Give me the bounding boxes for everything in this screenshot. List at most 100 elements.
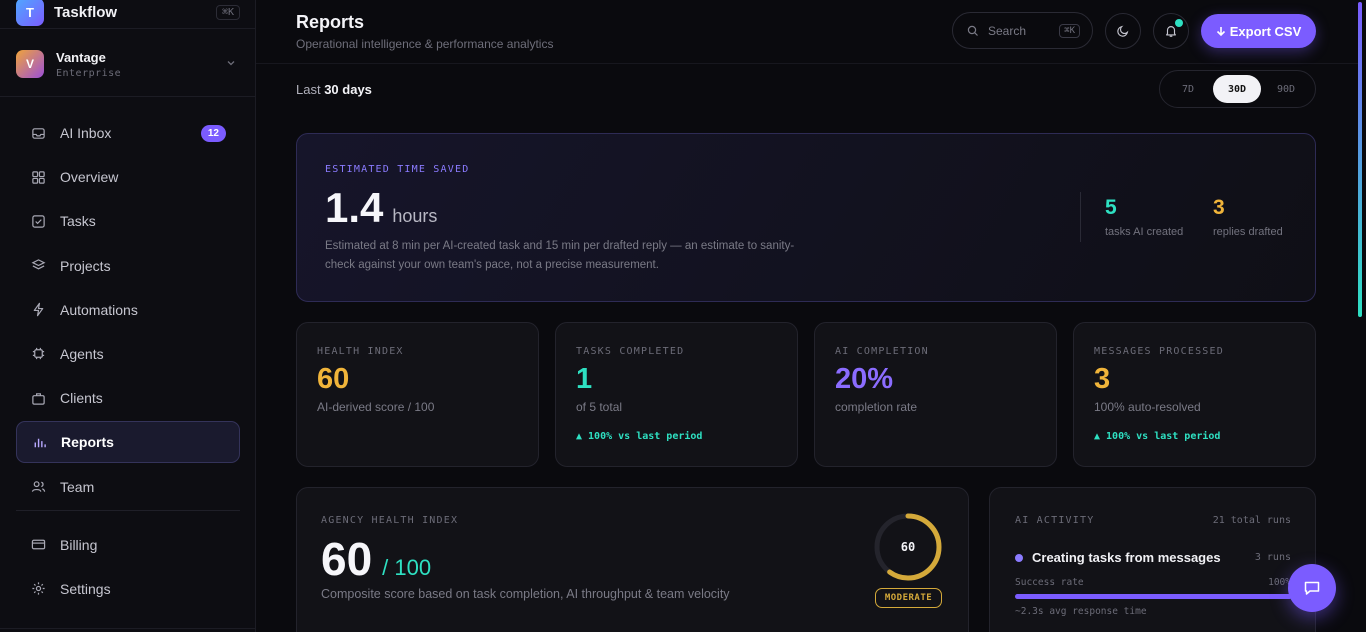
range-selector: 7D 30D 90D bbox=[1159, 70, 1316, 108]
bullet-dot bbox=[1015, 553, 1023, 562]
success-rate-bar bbox=[1015, 594, 1292, 599]
brand-logo: T bbox=[16, 0, 44, 26]
sidebar-item-settings[interactable]: Settings bbox=[16, 568, 240, 610]
kpi-sub: of 5 total bbox=[576, 400, 623, 414]
theme-toggle-button[interactable] bbox=[1105, 13, 1141, 49]
avg-response-time: ~2.3s avg response time bbox=[1015, 606, 1147, 617]
search-placeholder: Search bbox=[988, 23, 1027, 38]
command-shortcut: ⌘K bbox=[215, 4, 240, 20]
chevron-down-icon bbox=[226, 58, 236, 71]
layers-icon bbox=[30, 258, 46, 274]
workspace-plan: Enterprise bbox=[56, 67, 122, 79]
chat-button[interactable] bbox=[1288, 564, 1336, 612]
scrollbar-thumb[interactable] bbox=[1358, 2, 1362, 317]
workspace-name: Vantage bbox=[56, 49, 106, 65]
workspace-avatar: V bbox=[16, 50, 44, 78]
sidebar: T Taskflow ⌘K V Vantage Enterprise AI In… bbox=[0, 0, 256, 632]
sidebar-item-label: Overview bbox=[60, 169, 119, 186]
kpi-trend: ▲ 100% vs last period bbox=[1094, 431, 1221, 442]
inbox-count-badge: 12 bbox=[200, 124, 226, 142]
kpi-value: 20% bbox=[835, 363, 894, 395]
export-csv-button[interactable]: Export CSV bbox=[1201, 14, 1316, 48]
hero-stat-label: replies drafted bbox=[1213, 226, 1283, 238]
search-input[interactable]: Search ⌘K bbox=[952, 12, 1093, 49]
gauge-value: 60 bbox=[900, 540, 916, 554]
status-badge: MODERATE bbox=[875, 588, 942, 608]
sidebar-item-label: AI Inbox bbox=[60, 125, 112, 141]
kpi-sub: AI-derived score / 100 bbox=[317, 400, 435, 414]
kpi-eyebrow: HEALTH INDEX bbox=[317, 346, 404, 357]
inbox-icon bbox=[30, 125, 46, 141]
sidebar-item-agents[interactable]: Agents bbox=[16, 333, 240, 375]
briefcase-icon bbox=[30, 390, 46, 406]
sidebar-item-label: Clients bbox=[60, 390, 103, 407]
sidebar-item-label: Billing bbox=[60, 536, 98, 553]
time-saved-value: 1.4 bbox=[325, 184, 384, 231]
grid-icon bbox=[30, 169, 46, 185]
sidebar-item-ai-inbox[interactable]: AI Inbox 12 bbox=[16, 112, 240, 154]
search-icon bbox=[967, 25, 979, 37]
sidebar-item-overview[interactable]: Overview bbox=[16, 156, 240, 198]
range-option-7d[interactable]: 7D bbox=[1164, 75, 1212, 103]
sidebar-item-tasks[interactable]: Tasks bbox=[16, 200, 240, 242]
kpi-eyebrow: TASKS COMPLETED bbox=[576, 346, 685, 357]
download-arrow-icon bbox=[1216, 26, 1226, 37]
page-subtitle: Operational intelligence & performance a… bbox=[296, 37, 554, 51]
activity-row-runs: 3 runs bbox=[1254, 552, 1291, 563]
agency-value: 60 bbox=[321, 533, 373, 585]
kpi-trend: ▲ 100% vs last period bbox=[576, 431, 703, 442]
kpi-eyebrow: MESSAGES PROCESSED bbox=[1094, 346, 1224, 357]
hero-stat-replies: 3 replies drafted bbox=[1213, 196, 1283, 238]
kpi-card-tasks-completed: TASKS COMPLETED 1 of 5 total ▲ 100% vs l… bbox=[555, 322, 798, 467]
sidebar-item-reports[interactable]: Reports bbox=[16, 421, 240, 464]
sidebar-item-clients[interactable]: Clients bbox=[16, 377, 240, 419]
kpi-sub: 100% auto-resolved bbox=[1094, 400, 1201, 414]
activity-row-label: Creating tasks from messages bbox=[1032, 550, 1221, 565]
sidebar-nav: AI Inbox 12 Overview Tasks Projects Auto… bbox=[16, 112, 240, 612]
hero-divider bbox=[1080, 192, 1081, 242]
success-rate-label: Success rate bbox=[1015, 577, 1084, 588]
search-shortcut: ⌘K bbox=[1059, 23, 1080, 38]
workspace-switcher[interactable]: V Vantage Enterprise bbox=[16, 44, 240, 84]
sidebar-item-billing[interactable]: Billing bbox=[16, 524, 240, 566]
activity-row-title: Creating tasks from messages bbox=[1015, 550, 1221, 565]
brand[interactable]: T Taskflow ⌘K bbox=[16, 0, 240, 28]
kpi-value: 3 bbox=[1094, 363, 1111, 395]
range-label: Last 30 days bbox=[296, 82, 372, 97]
chip-icon bbox=[30, 346, 46, 362]
hero-stat-value: 3 bbox=[1213, 196, 1225, 219]
time-saved-card: ESTIMATED TIME SAVED 1.4 hours Estimated… bbox=[296, 133, 1316, 302]
bolt-icon bbox=[30, 302, 46, 318]
hero-stat-label: tasks AI created bbox=[1105, 226, 1184, 238]
ai-activity-card: AI ACTIVITY 21 total runs Creating tasks… bbox=[989, 487, 1316, 632]
kpi-card-messages-processed: MESSAGES PROCESSED 3 100% auto-resolved … bbox=[1073, 322, 1316, 467]
ai-activity-eyebrow: AI ACTIVITY bbox=[1015, 515, 1095, 526]
sidebar-item-label: Team bbox=[60, 478, 95, 495]
range-option-30d[interactable]: 30D bbox=[1213, 75, 1261, 103]
sidebar-item-team[interactable]: Team bbox=[16, 466, 240, 508]
agency-eyebrow: AGENCY HEALTH INDEX bbox=[321, 515, 459, 526]
sidebar-item-label: Tasks bbox=[60, 213, 96, 230]
kpi-card-ai-completion: AI COMPLETION 20% completion rate bbox=[814, 322, 1057, 467]
sidebar-item-projects[interactable]: Projects bbox=[16, 245, 240, 287]
sidebar-divider bbox=[16, 509, 240, 511]
brand-name: Taskflow bbox=[54, 3, 118, 21]
range-value: 30 days bbox=[324, 82, 372, 97]
agency-description: Composite score based on task completion… bbox=[321, 587, 730, 601]
kpi-eyebrow: AI COMPLETION bbox=[835, 346, 929, 357]
agency-health-card: AGENCY HEALTH INDEX 60 / 100 Composite s… bbox=[296, 487, 969, 632]
time-saved-eyebrow: ESTIMATED TIME SAVED bbox=[325, 164, 470, 175]
sidebar-item-label: Agents bbox=[60, 345, 104, 362]
hero-stat-tasks: 5 tasks AI created bbox=[1105, 196, 1183, 238]
page-title: Reports bbox=[296, 12, 365, 32]
kpi-value: 60 bbox=[317, 363, 350, 395]
time-saved-description: Estimated at 8 min per AI-created task a… bbox=[325, 240, 795, 271]
hero-stat-value: 5 bbox=[1105, 196, 1117, 219]
time-saved-unit: hours bbox=[392, 206, 438, 226]
bar-chart-icon bbox=[31, 434, 47, 450]
range-option-90d[interactable]: 90D bbox=[1262, 75, 1310, 103]
sidebar-item-automations[interactable]: Automations bbox=[16, 289, 240, 331]
success-rate-fill bbox=[1015, 594, 1292, 599]
notifications-button[interactable] bbox=[1153, 13, 1189, 49]
gear-icon bbox=[30, 581, 46, 597]
